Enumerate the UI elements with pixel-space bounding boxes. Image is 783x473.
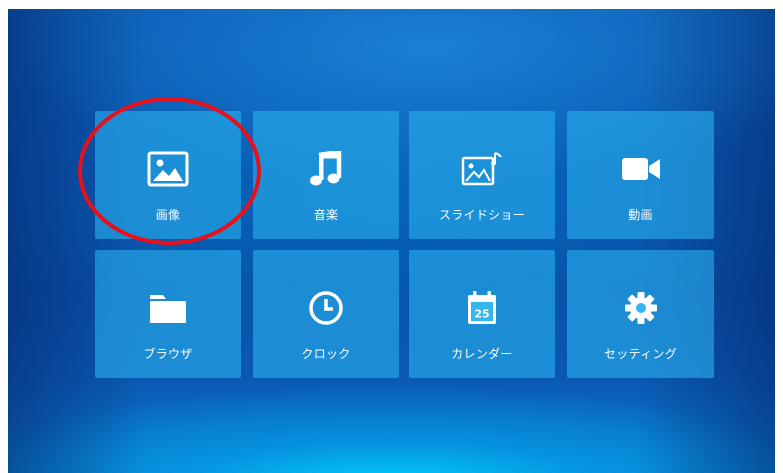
tile-label: ブラウザ <box>143 347 193 361</box>
tile-label: 音楽 <box>313 208 339 222</box>
tile-calendar[interactable]: 25 カレンダー <box>409 250 555 378</box>
tile-label: 動画 <box>628 208 653 222</box>
tile-music[interactable]: 音楽 <box>253 111 399 239</box>
calendar-icon: 25 <box>461 290 503 326</box>
tile-label: セッティング <box>603 347 678 361</box>
music-note-icon <box>305 151 347 187</box>
tile-label: スライドショー <box>438 208 526 222</box>
tile-browser[interactable]: ブラウザ <box>95 250 241 378</box>
tile-image[interactable]: 画像 <box>95 111 241 239</box>
tile-settings[interactable]: セッティング <box>567 250 714 378</box>
calendar-day: 25 <box>474 308 489 321</box>
tile-clock[interactable]: クロック <box>253 250 399 378</box>
folder-icon <box>147 290 189 326</box>
tile-video[interactable]: 動画 <box>567 111 714 239</box>
slideshow-icon <box>461 151 503 187</box>
tile-label: 画像 <box>155 208 181 222</box>
video-camera-icon <box>620 151 662 187</box>
image-icon <box>147 151 189 187</box>
clock-icon <box>305 290 347 326</box>
tile-label: クロック <box>301 347 351 361</box>
main-menu-screen: 画像 音楽 スライドショー 動画 ブラウザ クロック 25 カレンダー セッティ… <box>8 9 775 473</box>
gear-icon <box>620 290 662 326</box>
tile-slideshow[interactable]: スライドショー <box>409 111 555 239</box>
tile-label: カレンダー <box>451 347 513 361</box>
